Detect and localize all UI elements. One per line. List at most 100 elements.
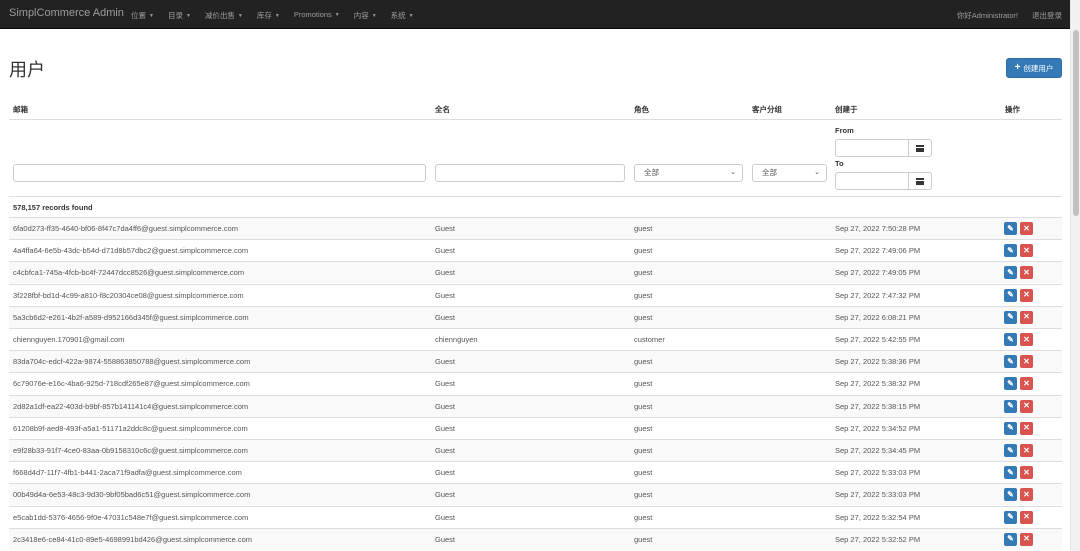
delete-x-icon[interactable]: ✕ [1020,510,1033,524]
nav-menu-system[interactable]: 系统 ▼ [391,10,414,21]
user-role: guest [634,312,653,322]
filter-divider [9,196,1062,197]
header-role: 角色 [634,105,649,114]
delete-x-icon[interactable]: ✕ [1020,466,1033,480]
table-row: 6c79076e-e16c-4ba6-925d-718cdf265e87@gue… [9,372,1062,394]
edit-pencil-icon[interactable]: ✎ [1004,444,1017,457]
to-calendar-button[interactable] [908,172,932,190]
user-created-on: Sep 27, 2022 7:47:32 PM [835,290,921,300]
nav-menu-catalog[interactable]: 目录 ▼ [168,10,191,21]
user-role: guest [634,468,653,478]
role-filter-select[interactable]: 全部 ⌄ [634,164,743,182]
user-email: 3f228fbf-bd1d-4c99-a810-f8c20304ce08@gue… [13,290,244,300]
edit-pencil-icon[interactable]: ✎ [1004,466,1017,480]
edit-pencil-icon[interactable]: ✎ [1004,222,1017,235]
edit-pencil-icon[interactable]: ✎ [1004,355,1017,369]
user-email: c4cbfca1-745a-4fcb-bc4f-72447dcc8526@gue… [13,268,245,278]
user-created-on: Sep 27, 2022 5:33:03 PM [835,468,921,478]
header-created-on[interactable]: 创建于 [835,104,858,115]
delete-x-icon[interactable]: ✕ [1020,288,1033,302]
user-fullname: chiennguyen [435,335,478,344]
scrollbar-thumb[interactable] [1073,30,1079,216]
user-role: guest [634,379,653,389]
from-date-input[interactable] [835,139,909,157]
table-row: 2d82a1df-ea22-403d-b9bf-857b141141c4@gue… [9,394,1062,417]
table-row: f668d4d7-11f7-4fb1-b441-2aca71f9adfa@gue… [9,461,1062,483]
greeting-link[interactable]: 你好Administrator! [957,10,1018,21]
user-fullname: Guest [435,468,456,478]
user-fullname: Guest [435,401,456,411]
delete-x-icon[interactable]: ✕ [1020,266,1033,280]
edit-pencil-icon[interactable]: ✎ [1004,377,1017,391]
user-email: 6fa0d273-ff35-4640-bf06-8f47c7da4ff6@gue… [13,224,238,233]
from-calendar-button[interactable] [908,139,932,157]
user-email: 6c79076e-e16c-4ba6-925d-718cdf265e87@gue… [13,379,250,389]
user-fullname: Guest [435,446,456,455]
user-email: chiennguyen.170901@gmail.com [13,335,125,344]
brand-link[interactable]: SimplCommerce Admin [9,7,124,19]
page-title: 用户 [9,60,45,80]
delete-x-icon[interactable]: ✕ [1020,310,1033,324]
edit-pencil-icon[interactable]: ✎ [1004,310,1017,324]
nav-menu-sales[interactable]: 减价出售 ▼ [205,10,243,21]
user-created-on: Sep 27, 2022 5:32:52 PM [835,534,921,544]
create-user-button[interactable]: + 创建用户 [1006,58,1062,78]
edit-pencil-icon[interactable]: ✎ [1004,532,1017,546]
user-email: 83da704c-edcf-422a-9874-558863850788@gue… [13,357,251,367]
table-row: e9f28b33-91f7-4ce0-83aa-0b9158310c6c@gue… [9,439,1062,461]
delete-x-icon[interactable]: ✕ [1020,377,1033,391]
nav-menu-content[interactable]: 内容 ▼ [354,10,377,21]
nav-menu-location[interactable]: 位置 ▼ [131,10,154,21]
customer-group-filter-select[interactable]: 全部 ⌄ [752,164,827,182]
user-email: 2d82a1df-ea22-403d-b9bf-857b141141c4@gue… [13,401,249,411]
calendar-icon [916,177,924,185]
user-email: 00b49d4a-6e53-48c3-9d30-9bf05bad6c51@gue… [13,490,251,500]
user-role: guest [634,357,653,367]
to-label: To [835,159,844,168]
edit-pencil-icon[interactable]: ✎ [1004,244,1017,258]
header-email[interactable]: 邮箱 [13,104,28,115]
header-fullname[interactable]: 全名 [435,104,450,115]
user-created-on: Sep 27, 2022 5:38:15 PM [835,401,921,411]
delete-x-icon[interactable]: ✕ [1020,355,1033,369]
logout-link[interactable]: 退出登录 [1032,10,1062,21]
user-role: guest [634,490,653,500]
table-row: 6fa0d273-ff35-4640-bf06-8f47c7da4ff6@gue… [9,217,1062,239]
calendar-icon [916,144,924,152]
table-row: c4cbfca1-745a-4fcb-bc4f-72447dcc8526@gue… [9,261,1062,284]
caret-down-icon: ▼ [371,13,377,20]
edit-pencil-icon[interactable]: ✎ [1004,488,1017,502]
user-created-on: Sep 27, 2022 5:32:54 PM [835,512,921,522]
edit-pencil-icon[interactable]: ✎ [1004,399,1017,413]
delete-x-icon[interactable]: ✕ [1020,244,1033,258]
edit-pencil-icon[interactable]: ✎ [1004,288,1017,302]
delete-x-icon[interactable]: ✕ [1020,532,1033,546]
email-filter-input[interactable] [13,164,426,182]
nav-menu-promotions[interactable]: Promotions ▼ [294,10,340,21]
delete-x-icon[interactable]: ✕ [1020,222,1033,235]
top-navbar: SimplCommerce Admin 位置 ▼ 目录 ▼ 减价出售 ▼ 库存 ▼ Pr… [0,0,1070,29]
table-row: 2c3418e6-ce84-41c0-89e5-4698991bd426@gue… [9,527,1062,550]
caret-down-icon: ▼ [149,13,154,20]
edit-pencil-icon[interactable]: ✎ [1004,510,1017,524]
delete-x-icon[interactable]: ✕ [1020,488,1033,502]
role-filter-value: 全部 [644,168,659,177]
nav-menu-inventory[interactable]: 库存 ▼ [257,10,280,21]
page-scrollbar[interactable] [1070,0,1080,551]
edit-pencil-icon[interactable]: ✎ [1004,266,1017,280]
main-menu: 位置 ▼ 目录 ▼ 减价出售 ▼ 库存 ▼ Promotions ▼ 内容 ▼ 系统 ▼ [131,10,428,21]
fullname-filter-input[interactable] [435,164,625,182]
to-date-input[interactable] [835,172,909,190]
edit-pencil-icon[interactable]: ✎ [1004,421,1017,435]
delete-x-icon[interactable]: ✕ [1020,399,1033,413]
delete-x-icon[interactable]: ✕ [1020,333,1033,346]
delete-x-icon[interactable]: ✕ [1020,444,1033,457]
user-fullname: Guest [435,357,456,367]
user-email: 61208b9f-aed8-493f-a5a1-51171a2ddc8c@gue… [13,423,248,433]
user-role: guest [634,423,653,433]
edit-pencil-icon[interactable]: ✎ [1004,333,1017,346]
user-nav: 你好Administrator! 退出登录 [943,10,1062,21]
delete-x-icon[interactable]: ✕ [1020,421,1033,435]
user-email: f668d4d7-11f7-4fb1-b441-2aca71f9adfa@gue… [13,468,242,478]
table-row: chiennguyen.170901@gmail.com chiennguyen c… [9,328,1062,350]
